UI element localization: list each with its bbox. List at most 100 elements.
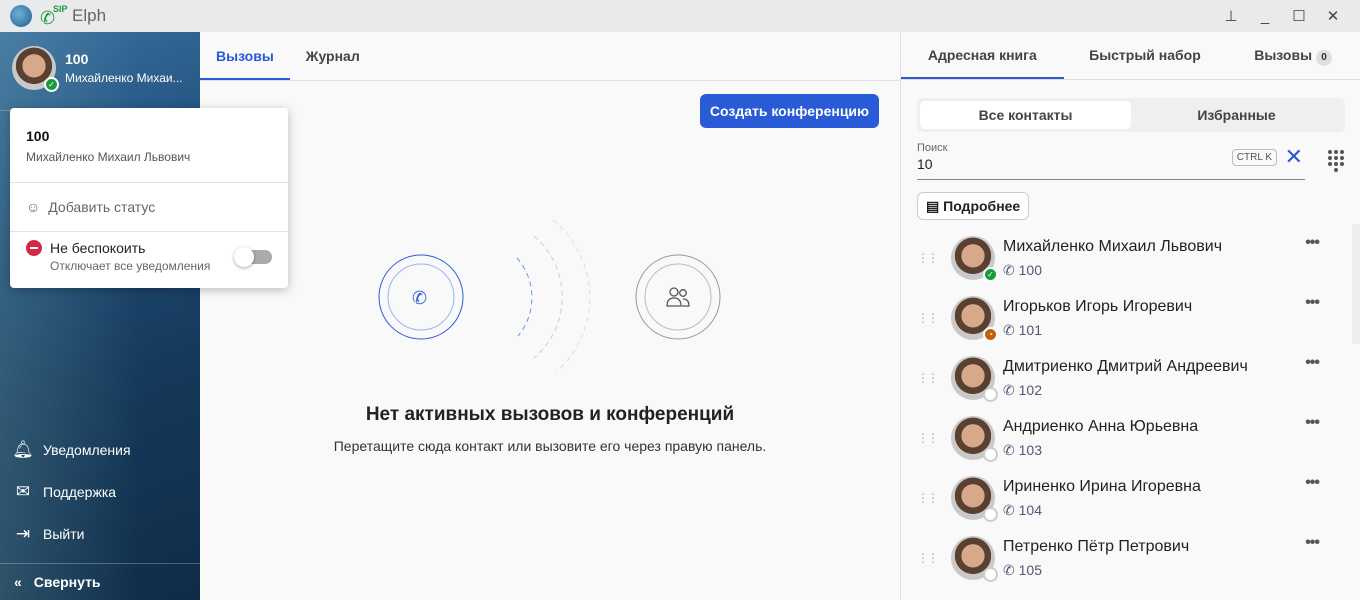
drag-handle-icon[interactable]: ⋮⋮ [917,491,939,505]
contact-list: ⋮⋮ ✓ Михайленко Михаил Львович ✆ 100 •••… [917,228,1327,588]
sidebar-item-logout[interactable]: ⇥ Выйти [12,524,85,544]
logout-icon: ⇥ [15,524,31,543]
contact-extension: ✆ 100 [1003,261,1042,278]
app-logo-icon [10,5,32,27]
more-options-icon[interactable]: ••• [1305,414,1320,432]
divider [10,182,288,183]
empty-illustration: ✆ [378,219,721,372]
sidebar-item-label: Выйти [43,526,85,542]
contact-row[interactable]: ⋮⋮ Дмитриенко Дмитрий Андреевич ✆ 102 ••… [917,348,1327,408]
drag-handle-icon[interactable]: ⋮⋮ [917,311,939,325]
phone-icon: ✆ [1003,561,1019,578]
search-input[interactable]: Поиск 10 CTRL K ✕ [917,142,1305,180]
contact-name: Андриенко Анна Юрьевна [1003,417,1199,435]
avatar: ◔ [951,296,998,342]
online-status-icon: ✓ [44,77,59,92]
phone-icon: ✆ [1003,441,1019,458]
more-options-icon[interactable]: ••• [1305,234,1320,252]
contact-row[interactable]: ⋮⋮ Ириненко Ирина Игоревна ✆ 104 ••• [917,468,1327,528]
maximize-button[interactable]: ☐ [1282,7,1316,25]
user-extension: 100 [65,51,89,67]
user-status-popup: 100 Михайленко Михаил Львович ☺ Добавить … [10,108,288,288]
dnd-subtitle: Отключает все уведомления [50,259,211,273]
create-conference-button[interactable]: Создать конференцию [699,94,879,128]
tab-speed-dial[interactable]: Быстрый набор [1064,32,1227,79]
empty-state-subtitle: Перетащите сюда контакт или вызовите его… [333,438,767,454]
contact-row[interactable]: ⋮⋮ ◔ Игорьков Игорь Игоревич ✆ 101 ••• [917,288,1327,348]
avatar: ✓ [12,46,59,92]
drag-handle-icon[interactable]: ⋮⋮ [917,551,939,565]
segment-favorites[interactable]: Избранные [1131,101,1342,129]
more-options-icon[interactable]: ••• [1305,474,1320,492]
do-not-disturb-icon [26,240,42,256]
add-status-button[interactable]: ☺ Добавить статус [26,199,155,215]
popup-name: Михайленко Михаил Львович [26,150,191,164]
tab-calls-right[interactable]: Вызовы 0 [1226,32,1360,79]
contact-row[interactable]: ⋮⋮ Андриенко Анна Юрьевна ✆ 103 ••• [917,408,1327,468]
offline-status-icon [983,387,998,402]
details-label: Подробнее [943,198,1021,214]
segment-all-contacts[interactable]: Все контакты [920,101,1131,129]
mail-icon: ✉ [15,482,31,501]
avatar: ✓ [951,236,998,282]
collapse-label: Свернуть [33,574,101,590]
popup-extension: 100 [26,128,50,144]
clear-search-icon[interactable]: ✕ [1285,144,1303,170]
empty-state-title: Нет активных вызовов и конференций [365,404,735,425]
contact-name: Петренко Пётр Петрович [1003,537,1190,555]
contact-name: Дмитриенко Дмитрий Андреевич [1003,357,1248,375]
avatar [951,476,998,522]
more-options-icon[interactable]: ••• [1305,354,1320,372]
contact-row[interactable]: ⋮⋮ Петренко Пётр Петрович ✆ 105 ••• [917,528,1327,588]
offline-status-icon [983,507,998,522]
contact-row[interactable]: ⋮⋮ ✓ Михайленко Михаил Львович ✆ 100 ••• [917,228,1327,288]
drag-handle-icon[interactable]: ⋮⋮ [917,251,939,265]
app-title: Elph [72,6,107,25]
avatar [951,416,998,462]
close-button[interactable]: ✕ [1316,7,1350,25]
pin-icon[interactable]: ⊥ [1214,7,1248,25]
tab-address-book[interactable]: Адресная книга [901,32,1064,79]
sip-label: SIP [53,4,68,14]
more-options-icon[interactable]: ••• [1305,294,1320,312]
contact-name: Ириненко Ирина Игоревна [1003,477,1201,495]
online-status-icon: ✓ [983,267,998,282]
sip-phone-icon: ✆ SIP [40,4,68,29]
add-status-label: Добавить статус [48,199,156,215]
scrollbar[interactable] [1352,224,1360,344]
group-icon [666,287,690,307]
more-options-icon[interactable]: ••• [1305,534,1320,552]
calls-area: Вызовы Журнал Создать конференцию ✆ Нет … [200,32,900,600]
dialpad-icon[interactable] [1328,150,1344,172]
sidebar-item-notifications[interactable]: 🔔︎ Уведомления [12,440,131,460]
drag-handle-icon[interactable]: ⋮⋮ [917,371,939,385]
bell-icon: 🔔︎ [12,440,34,459]
drag-handle-icon[interactable]: ⋮⋮ [917,431,939,445]
phone-icon: ✆ [1003,321,1019,338]
user-profile[interactable]: ✓ 100 Михайленко Михаи... [12,46,183,92]
tab-journal[interactable]: Журнал [290,32,376,80]
calls-count-badge: 0 [1316,50,1333,66]
contact-extension: ✆ 101 [1003,321,1042,338]
phone-icon: ✆ [1003,501,1019,518]
tab-calls[interactable]: Вызовы [200,32,290,80]
tab-label: Вызовы [1254,47,1313,63]
dnd-toggle[interactable] [234,247,272,267]
offline-status-icon [983,567,998,582]
details-button[interactable]: ▤ Подробнее [917,192,1030,220]
minimize-button[interactable]: _ [1248,8,1282,25]
avatar [951,356,998,402]
avatar [951,536,998,582]
shortcut-hint: CTRL K [1231,149,1277,166]
contact-extension: ✆ 102 [1003,381,1042,398]
sidebar-item-label: Уведомления [43,442,131,458]
user-name: Михайленко Михаи... [65,71,183,85]
away-status-icon: ◔ [983,327,998,342]
sidebar-item-support[interactable]: ✉ Поддержка [12,482,116,502]
contact-name: Михайленко Михаил Львович [1003,237,1223,255]
contact-card-icon: ▤ [926,198,944,214]
sidebar-item-label: Поддержка [43,484,117,500]
phone-icon: ✆ [1003,261,1019,278]
collapse-button[interactable]: « Свернуть [0,563,200,600]
divider [10,231,288,232]
